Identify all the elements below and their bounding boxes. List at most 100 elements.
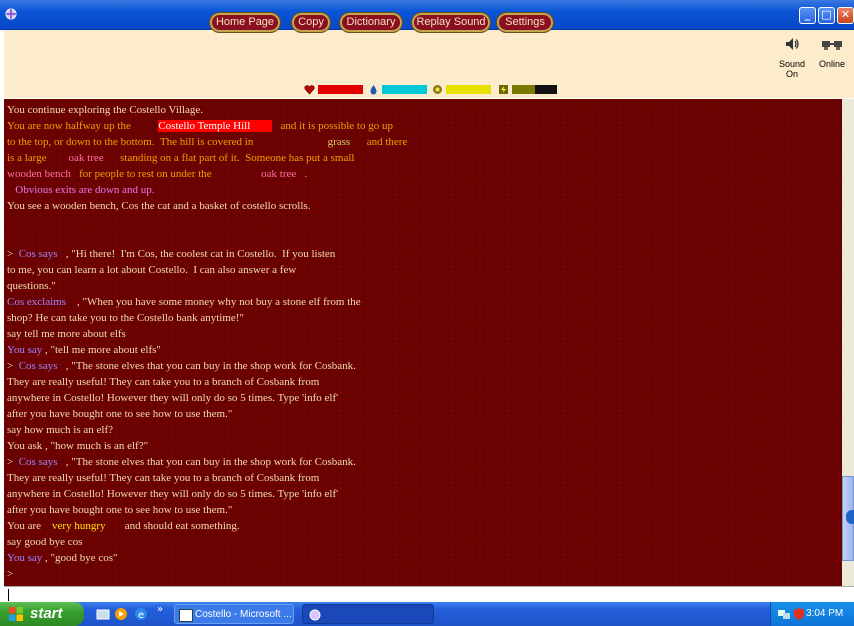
minimize-button[interactable]: _ — [799, 7, 816, 24]
food-icon — [433, 85, 442, 94]
shield-icon[interactable] — [793, 607, 805, 621]
maximize-button[interactable]: □ — [818, 7, 835, 24]
output-line: shop? He can take you to the Costello ba… — [7, 310, 507, 326]
svg-text:e: e — [138, 610, 144, 621]
start-button[interactable]: start — [0, 602, 84, 626]
output-line: > Cos says , "The stone elves that you c… — [7, 454, 507, 470]
game-output-area[interactable]: You continue exploring the Costello Vill… — [4, 99, 842, 586]
output-segment: > — [7, 568, 14, 580]
app-icon — [309, 609, 321, 621]
output-line: wooden bench for people to rest on under… — [7, 166, 507, 182]
settings-button[interactable]: Settings — [497, 13, 553, 32]
output-line: You see a wooden bench, Cos the cat and … — [7, 198, 507, 214]
output-segment: say good bye cos — [7, 536, 83, 548]
output-segment: > — [7, 360, 19, 372]
output-line: > Cos says , "Hi there! I'm Cos, the coo… — [7, 246, 507, 262]
output-segment: , "The stone elves that you can buy in t… — [57, 360, 356, 372]
output-segment: very hungry — [52, 520, 106, 532]
copy-button[interactable]: Copy — [292, 13, 330, 32]
speaker-icon — [786, 38, 799, 50]
output-segment: anywhere in Costello! However they will … — [7, 392, 339, 404]
start-label: start — [30, 605, 63, 622]
output-segment: , "tell me more about elfs" — [42, 344, 161, 356]
output-line: questions." — [7, 278, 507, 294]
output-line: anywhere in Costello! However they will … — [7, 390, 507, 406]
output-segment: . — [296, 168, 308, 180]
home-page-button[interactable]: Home Page — [210, 13, 280, 32]
output-line: to me, you can learn a lot about Costell… — [7, 262, 507, 278]
close-button[interactable]: ✕ — [837, 7, 854, 24]
taskbar-item-label: Costello - Microsoft ... — [195, 609, 292, 620]
dictionary-button[interactable]: Dictionary — [340, 13, 402, 32]
thirst-bar — [382, 85, 427, 94]
hunger-bar — [446, 85, 491, 94]
show-desktop-icon[interactable] — [96, 607, 110, 621]
quick-launch-chevron[interactable]: » — [157, 604, 163, 615]
output-segment: , "Hi there! I'm Cos, the coolest cat in… — [57, 248, 336, 260]
output-segment: and there — [350, 136, 408, 148]
output-line: > — [7, 566, 507, 582]
output-line: say how much is an elf? — [7, 422, 507, 438]
output-line: is a large oak tree standing on a flat p… — [7, 150, 507, 166]
output-line: Cos exclaims , "When you have some money… — [7, 294, 507, 310]
output-line: > Cos says , "The stone elves that you c… — [7, 358, 507, 374]
droplet-icon — [370, 85, 377, 95]
output-segment: Cos says — [18, 360, 58, 372]
online-status[interactable]: Online — [818, 38, 846, 69]
output-line: to the top, or down to the bottom. The h… — [7, 134, 507, 150]
output-segment: after you have bought one to see how to … — [7, 504, 233, 516]
output-segment: after you have bought one to see how to … — [7, 408, 233, 420]
energy-bar — [512, 85, 535, 94]
media-player-icon[interactable] — [114, 607, 128, 621]
output-segment: , "When you have some money why not buy … — [65, 296, 361, 308]
output-segment: > — [7, 248, 19, 260]
output-line: You continue exploring the Costello Vill… — [7, 102, 507, 118]
output-segment: say how much is an elf? — [7, 424, 113, 436]
output-line: after you have bought one to see how to … — [7, 406, 507, 422]
taskbar-item-costello[interactable]: Costello - Microsoft ... — [174, 604, 294, 624]
output-line: They are really useful! They can take yo… — [7, 374, 507, 390]
output-segment: oak tree — [261, 168, 297, 180]
output-segment: wooden bench — [7, 168, 71, 180]
text-cursor — [8, 589, 9, 601]
network-icon[interactable] — [777, 607, 791, 621]
online-label: Online — [818, 59, 845, 69]
output-line: You ask , "how much is an elf?" — [7, 438, 507, 454]
output-segment: They are really useful! They can take yo… — [7, 472, 320, 484]
output-line: say good bye cos — [7, 534, 507, 550]
taskbar-item-active[interactable] — [302, 604, 434, 624]
output-segment: to me, you can learn a lot about Costell… — [7, 264, 297, 276]
output-segment: They are really useful! They can take yo… — [7, 376, 320, 388]
output-line: You are very hungry and should eat somet… — [7, 518, 507, 534]
browser-icon[interactable]: e — [134, 607, 148, 621]
output-segment: oak tree — [68, 152, 104, 164]
output-segment: You continue exploring the Costello Vill… — [7, 104, 204, 116]
toolbar — [4, 30, 854, 98]
output-segment: You ask , "how much is an elf?" — [7, 440, 149, 452]
game-output-text: You continue exploring the Costello Vill… — [7, 102, 507, 582]
output-segment: You say — [7, 552, 43, 564]
window-icon — [179, 609, 193, 622]
replay-sound-button[interactable]: Replay Sound — [412, 13, 490, 32]
output-segment: You are — [7, 520, 53, 532]
output-segment: and it is possible to go up — [272, 120, 393, 132]
sound-label: Sound On — [778, 59, 806, 79]
sound-toggle[interactable]: Sound On — [772, 36, 812, 79]
clock: 3:04 PM — [806, 608, 844, 619]
health-bar — [318, 85, 363, 94]
output-segment: is a large — [7, 152, 69, 164]
output-segment: standing on a flat part of it. Someone h… — [103, 152, 355, 164]
output-line: You say , "tell me more about elfs" — [7, 342, 507, 358]
energy-icon — [499, 85, 508, 94]
heart-icon — [304, 85, 315, 95]
output-segment: for people to rest on under the — [70, 168, 262, 180]
output-segment: Obvious exits are down and up. — [7, 184, 155, 196]
output-segment: grass — [327, 136, 351, 148]
output-segment: shop? He can take you to the Costello ba… — [7, 312, 244, 324]
command-input[interactable] — [4, 586, 854, 603]
output-segment: , "The stone elves that you can buy in t… — [57, 456, 356, 468]
output-line: anywhere in Costello! However they will … — [7, 486, 507, 502]
output-segment: Costello Temple Hill — [158, 120, 273, 132]
output-segment: Cos says — [18, 248, 58, 260]
